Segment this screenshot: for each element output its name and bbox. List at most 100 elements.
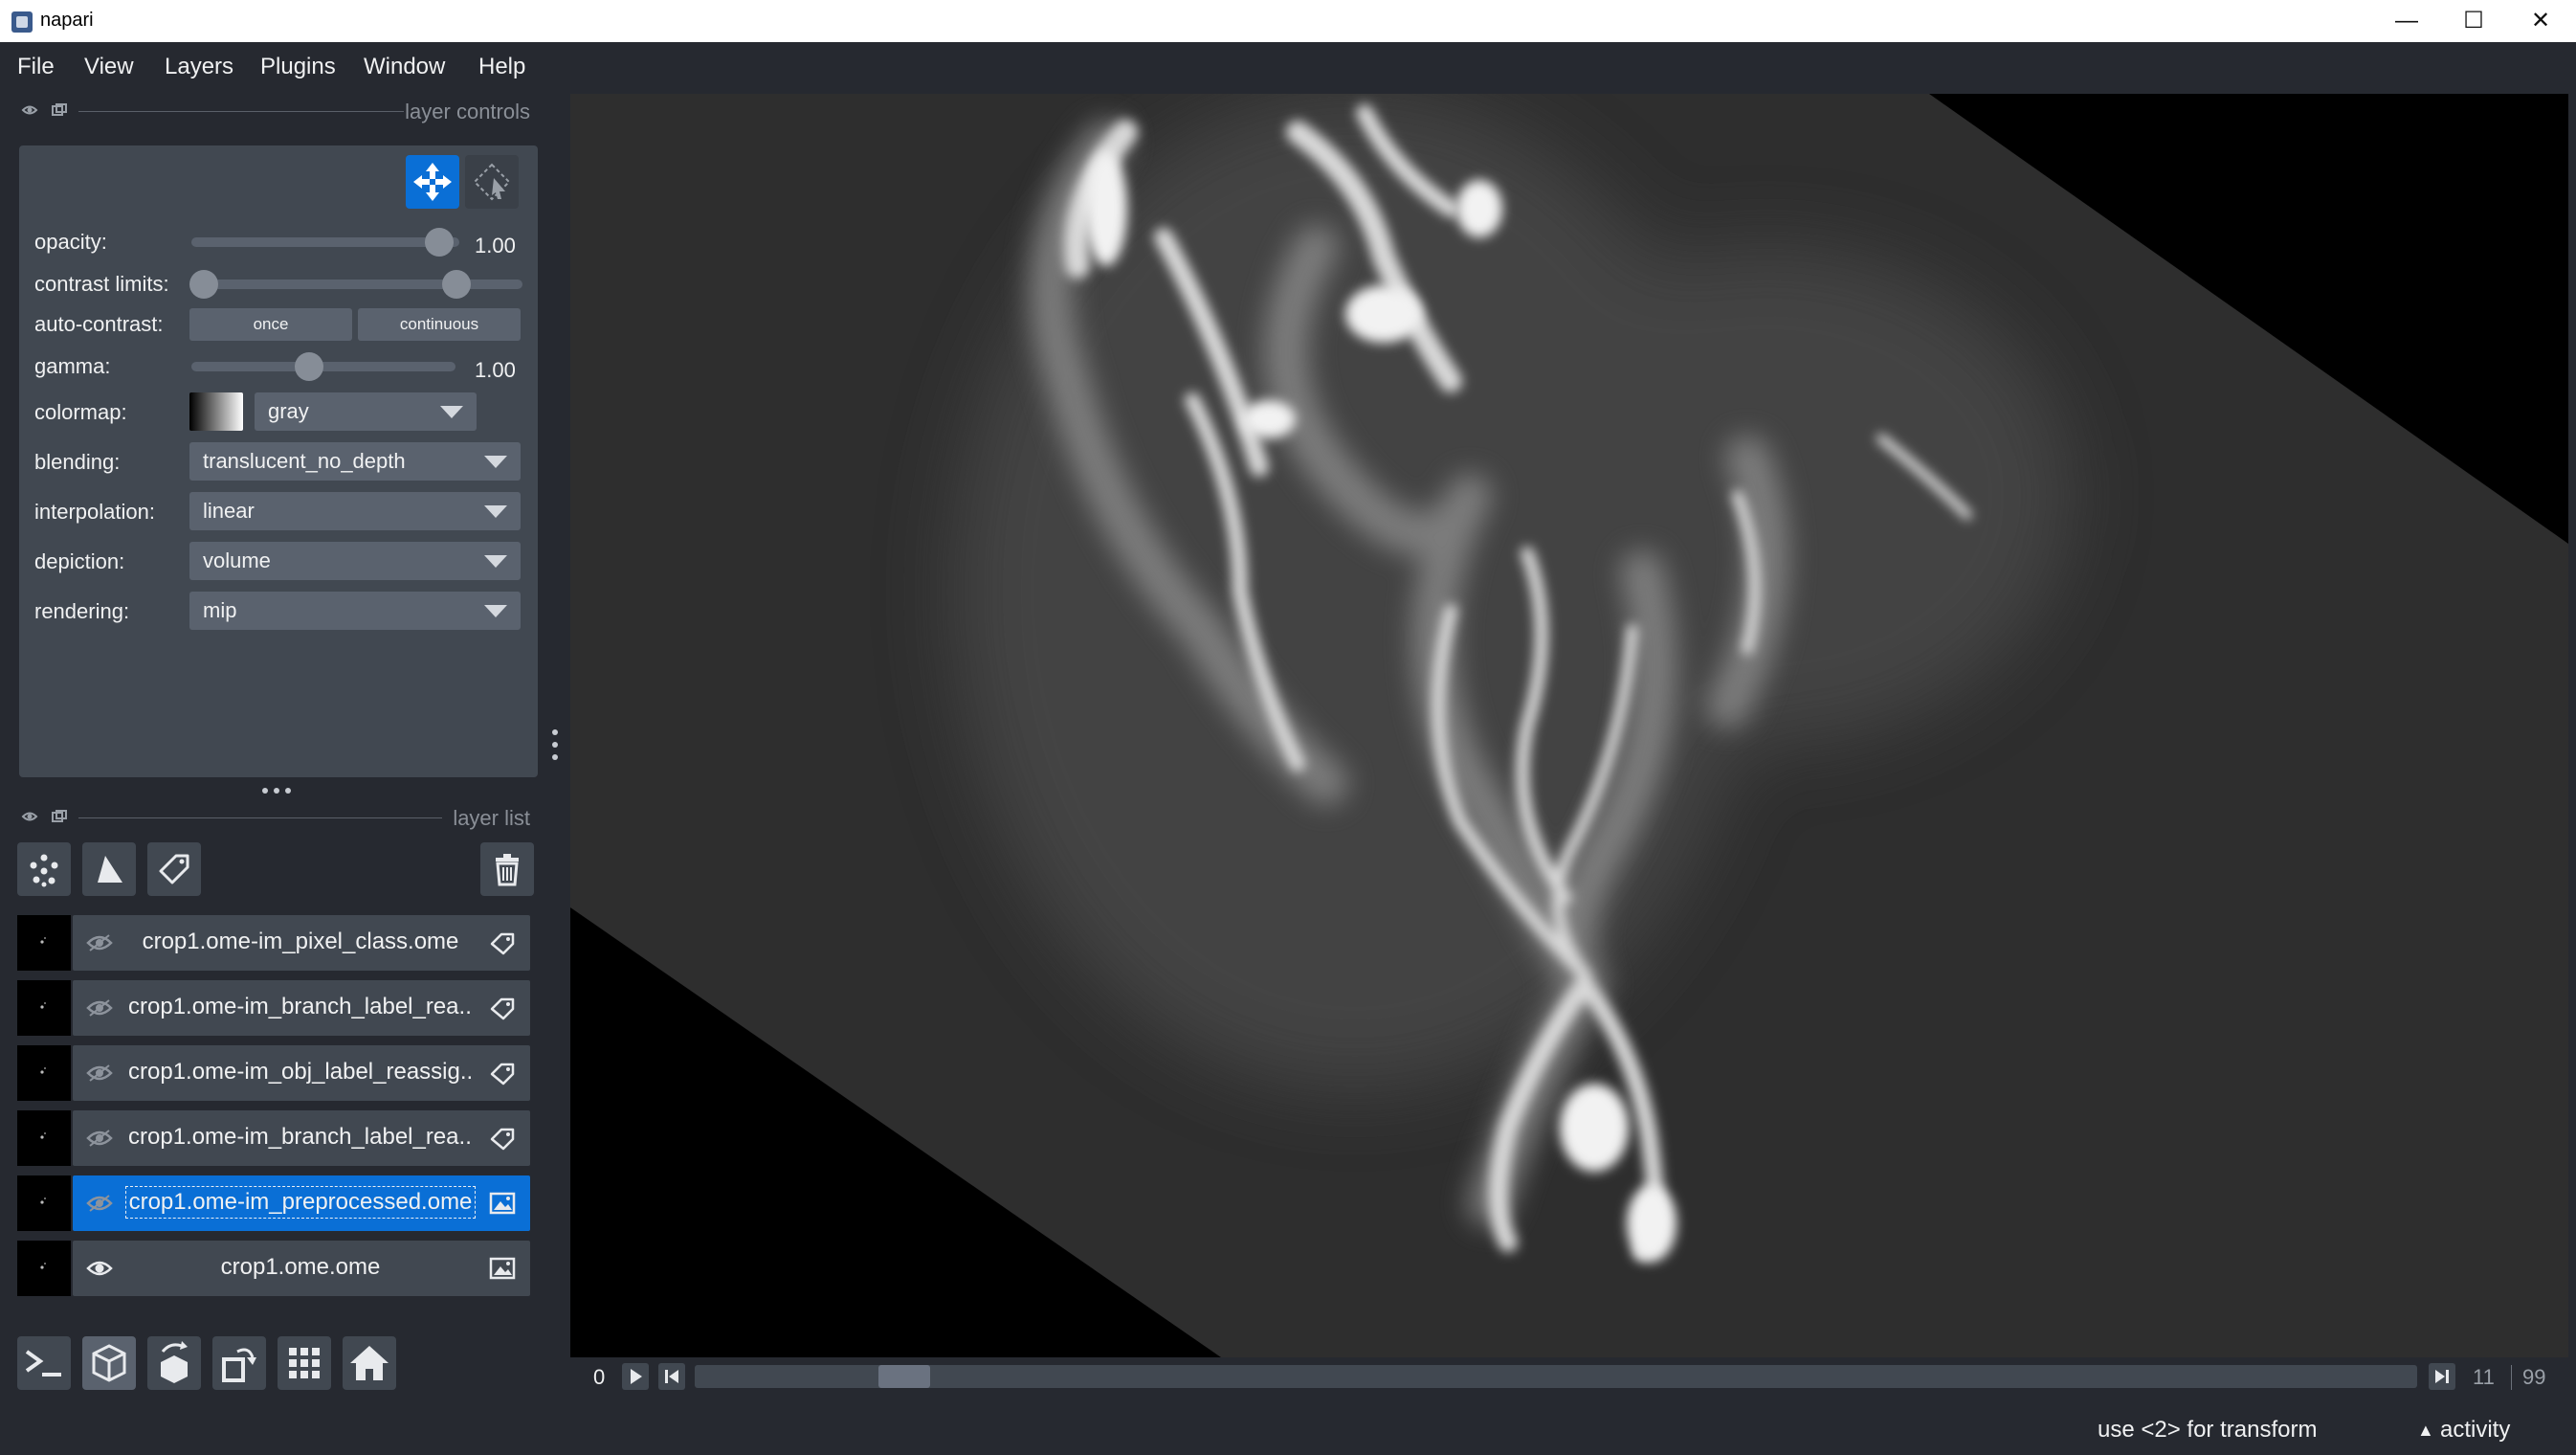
maximize-button[interactable]: ☐	[2440, 0, 2507, 42]
eye-hidden-icon[interactable]	[86, 1062, 113, 1085]
opacity-slider-handle[interactable]	[425, 228, 454, 257]
console-button[interactable]	[17, 1336, 71, 1390]
layer-row[interactable]: crop1.ome-im_obj_label_reassig...	[17, 1045, 530, 1101]
depiction-label: depiction:	[34, 549, 125, 573]
labels-layer-icon	[488, 1126, 517, 1151]
title-bar: napari — ☐ ✕	[0, 0, 2576, 42]
opacity-slider[interactable]	[191, 237, 459, 247]
minimize-button[interactable]: —	[2373, 0, 2440, 42]
new-shapes-layer-button[interactable]	[82, 842, 136, 896]
transform-button[interactable]	[465, 155, 519, 209]
layer-row-body: crop1.ome-im_obj_label_reassig...	[73, 1045, 530, 1101]
layer-name[interactable]: crop1.ome-im_branch_label_rea...	[128, 994, 473, 1020]
depiction-combo[interactable]: volume	[189, 542, 521, 580]
eye-hidden-icon[interactable]	[86, 931, 113, 954]
layer-thumbnail	[17, 1241, 71, 1296]
labels-layer-icon	[488, 996, 517, 1020]
step-forward-button[interactable]	[2429, 1363, 2455, 1390]
layer-row[interactable]: crop1.ome.ome	[17, 1241, 530, 1296]
layer-thumbnail	[17, 1110, 71, 1166]
tag-icon	[159, 854, 189, 884]
layer-row[interactable]: crop1.ome-im_preprocessed.ome	[17, 1175, 530, 1231]
grid-view-button[interactable]	[278, 1336, 331, 1390]
shapes-icon	[98, 856, 122, 883]
step-back-button[interactable]	[658, 1363, 685, 1390]
contrast-low-handle[interactable]	[189, 270, 218, 299]
blending-combo[interactable]: translucent_no_depth	[189, 442, 521, 481]
layer-list-title: layer list	[453, 806, 530, 830]
interpolation-value: linear	[203, 499, 255, 523]
menu-layers[interactable]: Layers	[165, 54, 233, 80]
layer-name[interactable]: crop1.ome-im_obj_label_reassig...	[128, 1059, 473, 1086]
header-rule	[78, 817, 442, 818]
dims-separator	[2511, 1365, 2512, 1390]
close-dock-icon[interactable]	[21, 103, 38, 117]
blending-value: translucent_no_depth	[203, 449, 406, 473]
rendering-label: rendering:	[34, 599, 130, 623]
colormap-label: colormap:	[34, 400, 127, 424]
layer-name[interactable]: crop1.ome-im_branch_label_rea...	[128, 1124, 473, 1151]
window-title: napari	[40, 10, 94, 31]
dims-axis-label[interactable]: 0	[593, 1365, 605, 1390]
gamma-slider[interactable]	[191, 362, 455, 371]
eye-hidden-icon[interactable]	[86, 1192, 113, 1215]
contrast-high-handle[interactable]	[442, 270, 471, 299]
roll-dims-button[interactable]	[147, 1336, 201, 1390]
volume-render-image	[570, 94, 2568, 1357]
layer-row[interactable]: crop1.ome-im_branch_label_rea...	[17, 980, 530, 1036]
rendering-combo[interactable]: mip	[189, 592, 521, 630]
dock-splitter-handle[interactable]	[551, 728, 559, 762]
layer-row[interactable]: crop1.ome-im_branch_label_rea...	[17, 1110, 530, 1166]
auto-contrast-label: auto-contrast:	[34, 312, 164, 336]
transform-select-icon	[473, 163, 511, 201]
dims-max-value: 99	[2522, 1365, 2546, 1389]
dims-slider-handle[interactable]	[878, 1365, 931, 1388]
eye-visible-icon[interactable]	[86, 1257, 113, 1280]
pan-zoom-button[interactable]	[406, 155, 459, 209]
menu-plugins[interactable]: Plugins	[260, 54, 336, 80]
float-dock-icon[interactable]	[52, 103, 69, 117]
transpose-dims-button[interactable]	[212, 1336, 266, 1390]
dims-current-value[interactable]: 11	[2473, 1365, 2495, 1390]
close-button[interactable]: ✕	[2507, 0, 2574, 42]
interpolation-combo[interactable]: linear	[189, 492, 521, 530]
new-points-layer-button[interactable]	[17, 842, 71, 896]
napari-logo-icon	[11, 11, 33, 33]
depiction-value: volume	[203, 548, 271, 572]
reset-view-button[interactable]	[343, 1336, 396, 1390]
gamma-slider-handle[interactable]	[295, 352, 323, 381]
activity-button[interactable]: activity	[2440, 1417, 2510, 1444]
auto-contrast-once-button[interactable]: once	[189, 308, 352, 341]
gamma-value: 1.00	[475, 358, 516, 382]
layer-name[interactable]: crop1.ome.ome	[128, 1254, 473, 1281]
new-labels-layer-button[interactable]	[147, 842, 201, 896]
delete-layer-button[interactable]	[480, 842, 534, 896]
caret-up-icon[interactable]: ▲	[2417, 1421, 2434, 1441]
viewer-canvas[interactable]	[570, 94, 2568, 1357]
play-button[interactable]	[622, 1363, 649, 1390]
layer-row[interactable]: crop1.ome-im_pixel_class.ome	[17, 915, 530, 971]
eye-hidden-icon[interactable]	[86, 1127, 113, 1150]
rendering-value: mip	[203, 598, 237, 622]
image-layer-icon	[488, 1191, 517, 1216]
cube-3d-icon	[92, 1344, 126, 1382]
layer-controls-title: layer controls	[405, 100, 530, 123]
menu-window[interactable]: Window	[364, 54, 445, 80]
menu-view[interactable]: View	[84, 54, 134, 80]
dims-slider-track[interactable]	[695, 1365, 2417, 1388]
panel-splitter-handle[interactable]	[258, 785, 297, 796]
layer-name[interactable]: crop1.ome-im_preprocessed.ome	[125, 1186, 476, 1219]
menu-help[interactable]: Help	[478, 54, 525, 80]
menu-file[interactable]: File	[17, 54, 55, 80]
float-dock-icon[interactable]	[52, 810, 69, 823]
contrast-limits-slider[interactable]	[191, 280, 522, 289]
layer-name[interactable]: crop1.ome-im_pixel_class.ome	[128, 929, 473, 955]
close-dock-icon[interactable]	[21, 810, 38, 823]
eye-hidden-icon[interactable]	[86, 996, 113, 1019]
auto-contrast-continuous-button[interactable]: continuous	[358, 308, 521, 341]
colormap-combo[interactable]: gray	[255, 392, 477, 431]
layer-thumbnail	[17, 1045, 71, 1101]
ndisplay-button[interactable]	[82, 1336, 136, 1390]
layer-controls-header: layer controls	[17, 100, 530, 124]
gamma-label: gamma:	[34, 354, 111, 378]
